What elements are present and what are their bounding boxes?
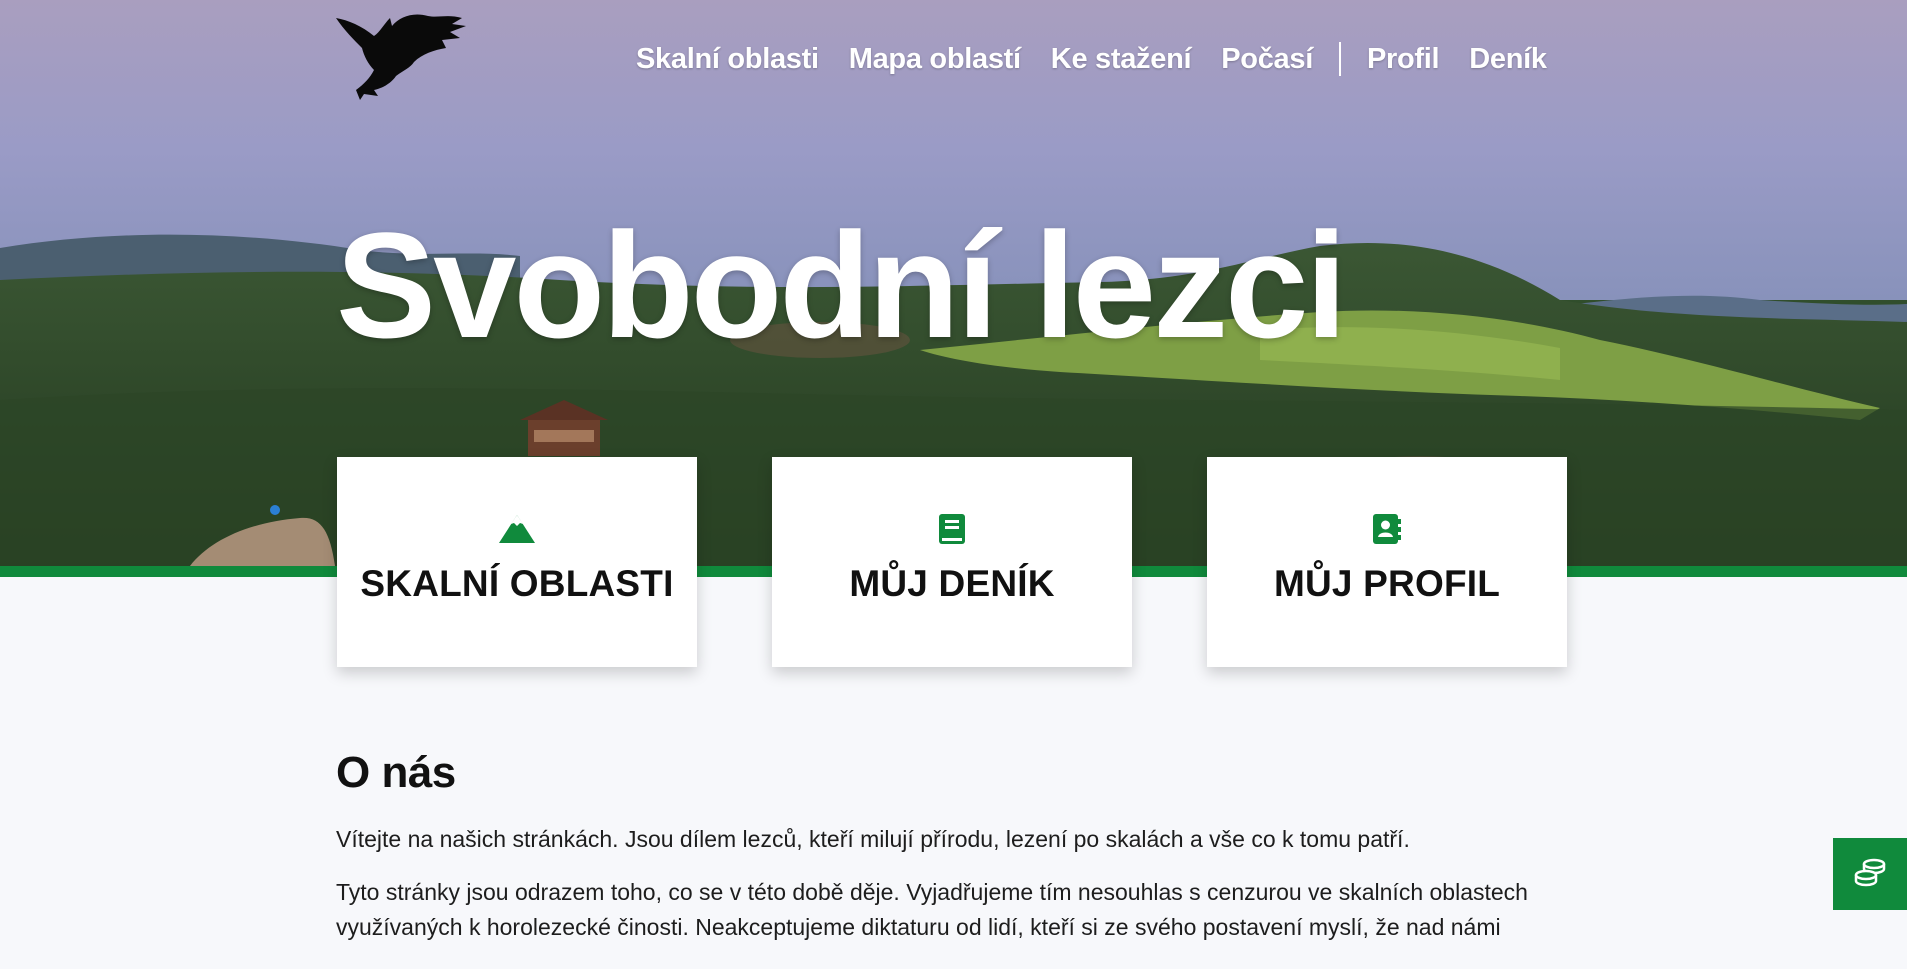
card-muj-profil[interactable]: MŮJ PROFIL — [1207, 457, 1567, 667]
card-label: MŮJ DENÍK — [849, 563, 1055, 604]
about-section: O nás Vítejte na našich stránkách. Jsou … — [336, 748, 1576, 945]
card-label: MŮJ PROFIL — [1273, 563, 1501, 604]
main-nav: Skalní oblasti Mapa oblastí Ke stažení P… — [636, 38, 1577, 80]
mountain-icon — [498, 513, 536, 545]
coins-icon — [1853, 855, 1887, 894]
contact-book-icon — [1368, 513, 1406, 545]
nav-divider — [1338, 42, 1341, 76]
about-paragraph: Vítejte na našich stránkách. Jsou dílem … — [336, 826, 1410, 852]
nav-denik[interactable]: Deník — [1469, 43, 1547, 76]
book-icon — [933, 513, 971, 545]
card-label: SKALNÍ OBLASTI — [360, 563, 674, 604]
about-paragraph: Tyto stránky jsou odrazem toho, co se v … — [336, 879, 1528, 940]
nav-mapa-oblasti[interactable]: Mapa oblastí — [849, 43, 1021, 76]
nav-pocasi[interactable]: Počasí — [1221, 43, 1313, 76]
eagle-logo[interactable] — [334, 10, 474, 102]
nav-ke-stazeni[interactable]: Ke stažení — [1051, 43, 1192, 76]
nav-skalni-oblasti[interactable]: Skalní oblasti — [636, 43, 819, 76]
donate-button[interactable] — [1833, 838, 1907, 910]
card-skalni-oblasti[interactable]: SKALNÍ OBLASTI — [337, 457, 697, 667]
hero-title: Svobodní lezci — [336, 201, 1347, 369]
card-muj-denik[interactable]: MŮJ DENÍK — [772, 457, 1132, 667]
nav-profil[interactable]: Profil — [1367, 43, 1440, 76]
about-heading: O nás — [336, 748, 456, 797]
